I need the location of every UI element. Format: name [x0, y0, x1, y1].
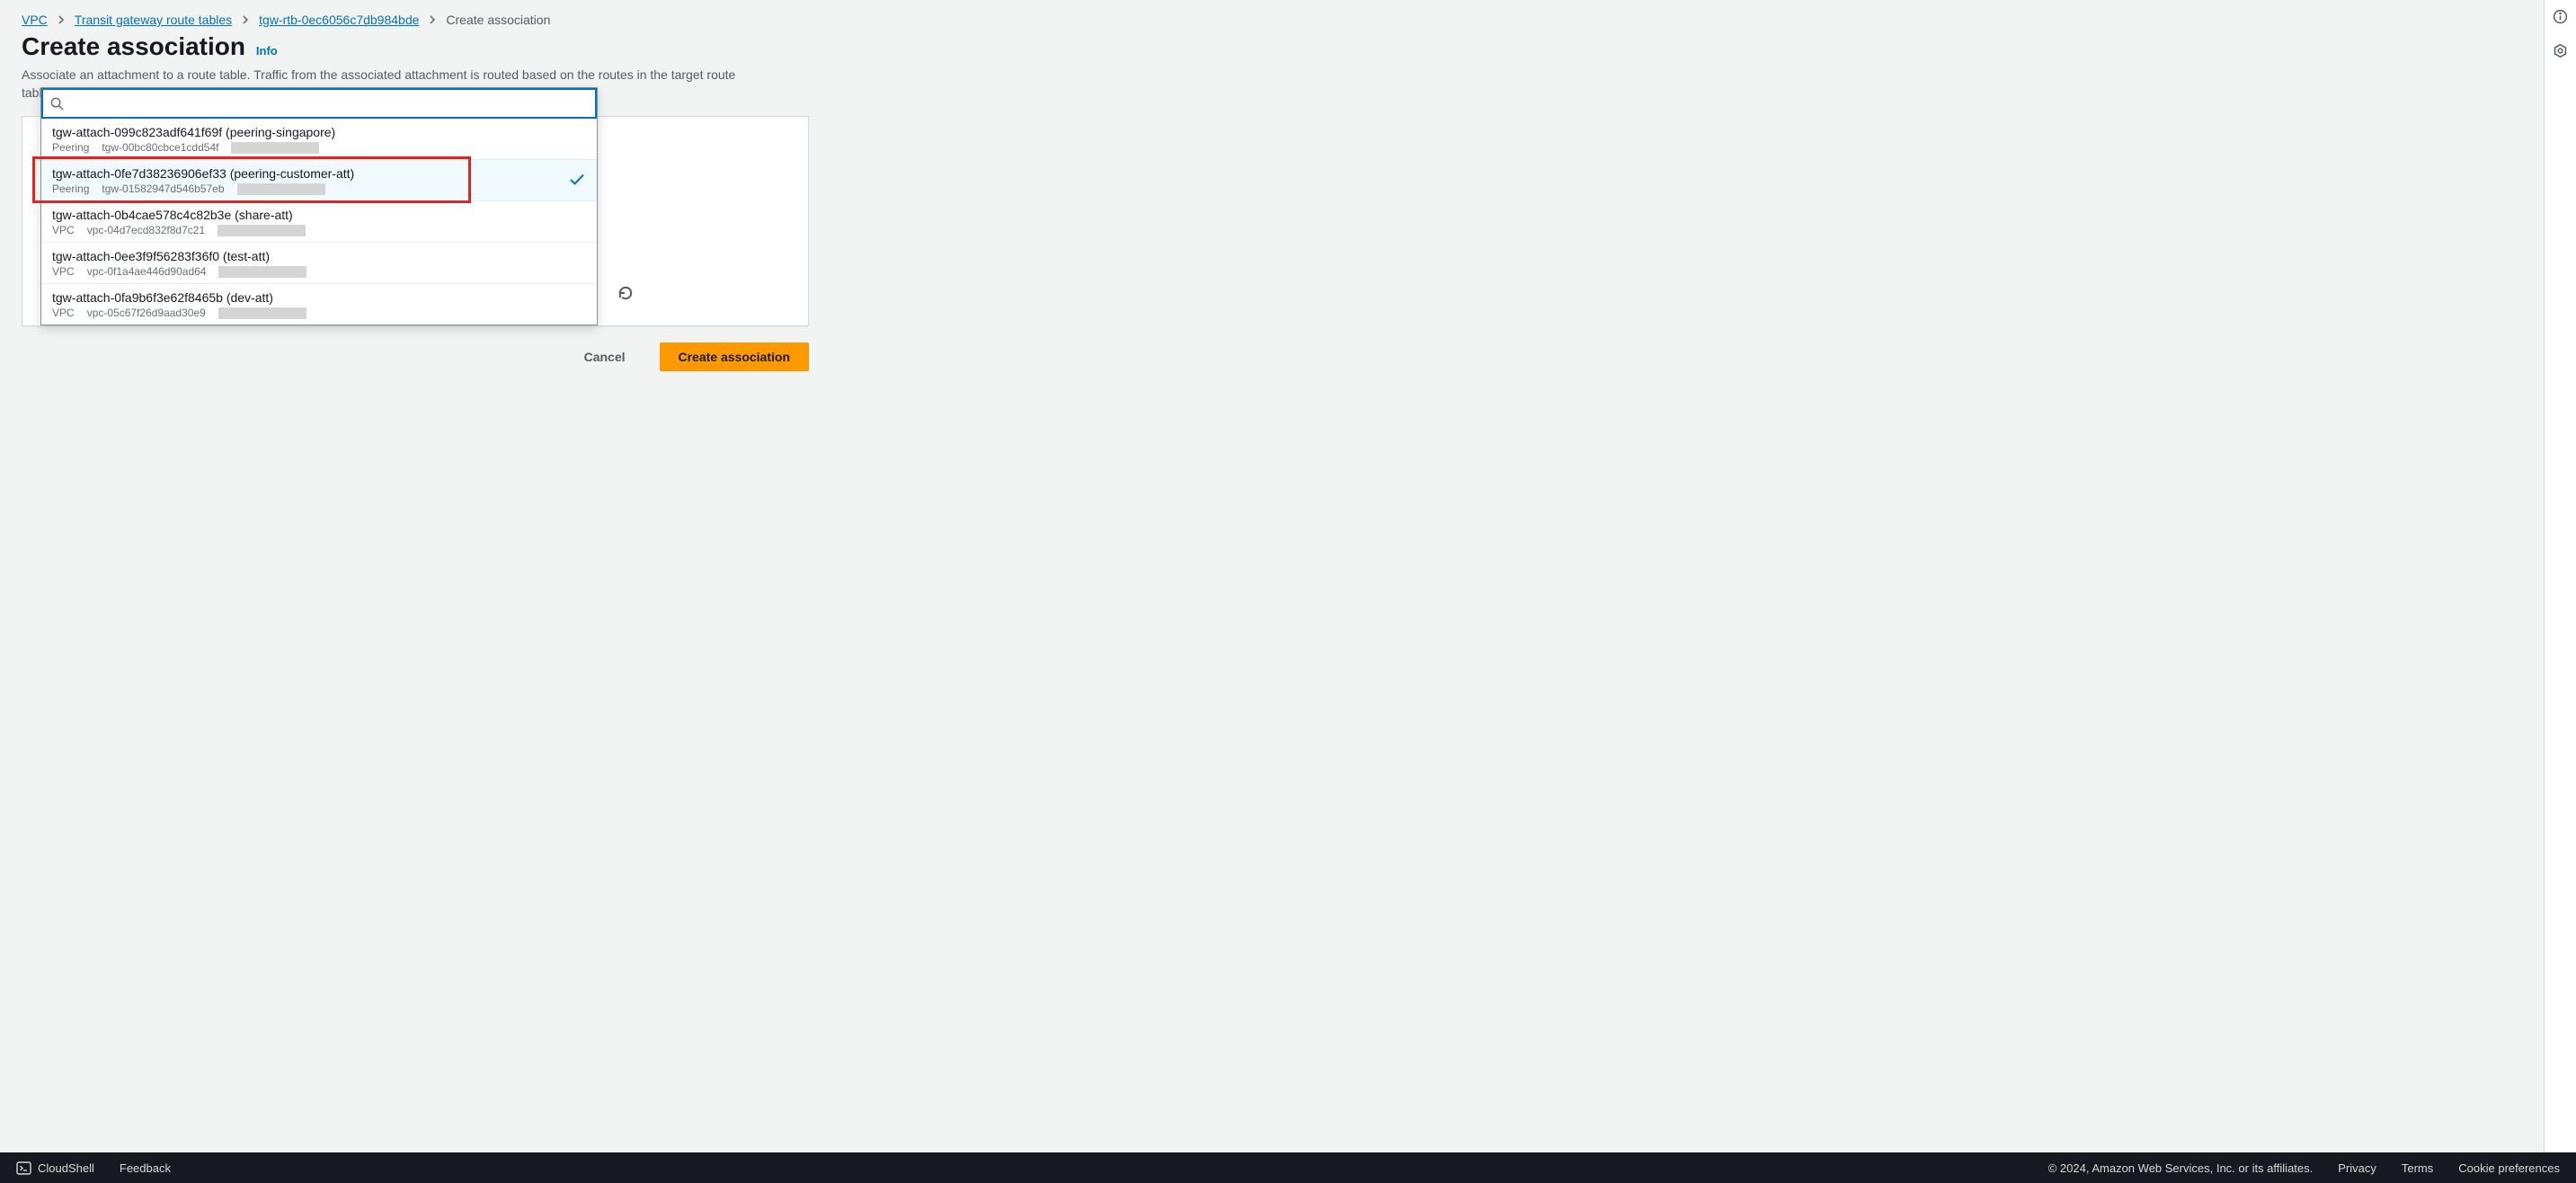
- refresh-button[interactable]: [617, 285, 634, 301]
- redacted-block: [237, 183, 325, 195]
- redacted-block: [218, 266, 306, 278]
- dropdown-option-type: Peering: [52, 141, 89, 154]
- dropdown-option-type: VPC: [52, 224, 75, 236]
- cloudshell-button[interactable]: CloudShell: [16, 1161, 94, 1176]
- info-icon[interactable]: [2553, 9, 2568, 27]
- dropdown-list: tgw-attach-099c823adf641f69f (peering-si…: [41, 119, 597, 325]
- dropdown-option-primary: tgw-attach-099c823adf641f69f (peering-si…: [52, 125, 586, 139]
- chevron-right-icon: [241, 15, 250, 24]
- dropdown-option-type: Peering: [52, 182, 89, 195]
- dropdown-option-resource: vpc-05c67f26d9aad30e9: [87, 307, 206, 319]
- dropdown-option[interactable]: tgw-attach-0ee3f9f56283f36f0 (test-att) V…: [41, 242, 597, 283]
- breadcrumb: VPC Transit gateway route tables tgw-rtb…: [22, 13, 2522, 27]
- form-actions: Cancel Create association: [22, 342, 809, 371]
- breadcrumb-current: Create association: [446, 13, 550, 27]
- cloudshell-label: CloudShell: [38, 1161, 94, 1175]
- dropdown-option-secondary: VPC vpc-04d7ecd832f8d7c21: [52, 224, 586, 236]
- breadcrumb-link-rtb[interactable]: tgw-rtb-0ec6056c7db984bde: [259, 13, 419, 27]
- info-link[interactable]: Info: [256, 44, 278, 58]
- dropdown-option-type: VPC: [52, 307, 75, 319]
- dropdown-search-input[interactable]: [71, 90, 588, 117]
- redacted-block: [218, 307, 306, 319]
- cookie-preferences-link[interactable]: Cookie preferences: [2458, 1161, 2560, 1175]
- dropdown-option-primary: tgw-attach-0fa9b6f3e62f8465b (dev-att): [52, 290, 586, 305]
- dropdown-option[interactable]: tgw-attach-0fe7d38236906ef33 (peering-cu…: [41, 159, 597, 200]
- redacted-block: [231, 142, 319, 154]
- dropdown-option[interactable]: tgw-attach-099c823adf641f69f (peering-si…: [41, 119, 597, 159]
- check-icon: [570, 173, 584, 188]
- dropdown-option-secondary: Peering tgw-01582947d546b57eb: [52, 182, 586, 195]
- dropdown-option-resource: vpc-04d7ecd832f8d7c21: [87, 224, 205, 236]
- dropdown-option[interactable]: tgw-attach-0fa9b6f3e62f8465b (dev-att) VP…: [41, 283, 597, 325]
- dropdown-option-resource: vpc-0f1a4ae446d90ad64: [87, 265, 207, 278]
- search-icon: [50, 97, 64, 111]
- cancel-button[interactable]: Cancel: [566, 342, 644, 371]
- dropdown-option-primary: tgw-attach-0b4cae578c4c82b3e (share-att): [52, 208, 586, 222]
- dropdown-option-secondary: Peering tgw-00bc80cbce1cdd54f: [52, 141, 586, 154]
- right-help-rail: [2544, 0, 2576, 1152]
- dropdown-option-primary: tgw-attach-0fe7d38236906ef33 (peering-cu…: [52, 166, 586, 181]
- dropdown-option-type: VPC: [52, 265, 75, 278]
- privacy-link[interactable]: Privacy: [2338, 1161, 2376, 1175]
- dropdown-option-resource: tgw-01582947d546b57eb: [102, 182, 224, 195]
- console-footer: CloudShell Feedback © 2024, Amazon Web S…: [0, 1152, 2576, 1183]
- create-association-button[interactable]: Create association: [660, 342, 810, 371]
- settings-icon[interactable]: [2553, 43, 2568, 61]
- dropdown-option-secondary: VPC vpc-05c67f26d9aad30e9: [52, 307, 586, 319]
- breadcrumb-link-vpc[interactable]: VPC: [22, 13, 48, 27]
- feedback-link[interactable]: Feedback: [120, 1161, 171, 1175]
- breadcrumb-link-route-tables[interactable]: Transit gateway route tables: [75, 13, 232, 27]
- chevron-right-icon: [57, 15, 66, 24]
- attachment-dropdown: tgw-attach-099c823adf641f69f (peering-si…: [40, 87, 598, 325]
- dropdown-option-primary: tgw-attach-0ee3f9f56283f36f0 (test-att): [52, 249, 586, 263]
- dropdown-option-secondary: VPC vpc-0f1a4ae446d90ad64: [52, 265, 586, 278]
- redacted-block: [218, 225, 306, 236]
- terms-link[interactable]: Terms: [2402, 1161, 2433, 1175]
- copyright-text: © 2024, Amazon Web Services, Inc. or its…: [2048, 1161, 2314, 1175]
- page-title: Create association: [22, 32, 245, 61]
- dropdown-option[interactable]: tgw-attach-0b4cae578c4c82b3e (share-att)…: [41, 200, 597, 242]
- dropdown-search-wrap: [41, 88, 597, 119]
- chevron-right-icon: [428, 15, 437, 24]
- dropdown-option-resource: tgw-00bc80cbce1cdd54f: [102, 141, 218, 154]
